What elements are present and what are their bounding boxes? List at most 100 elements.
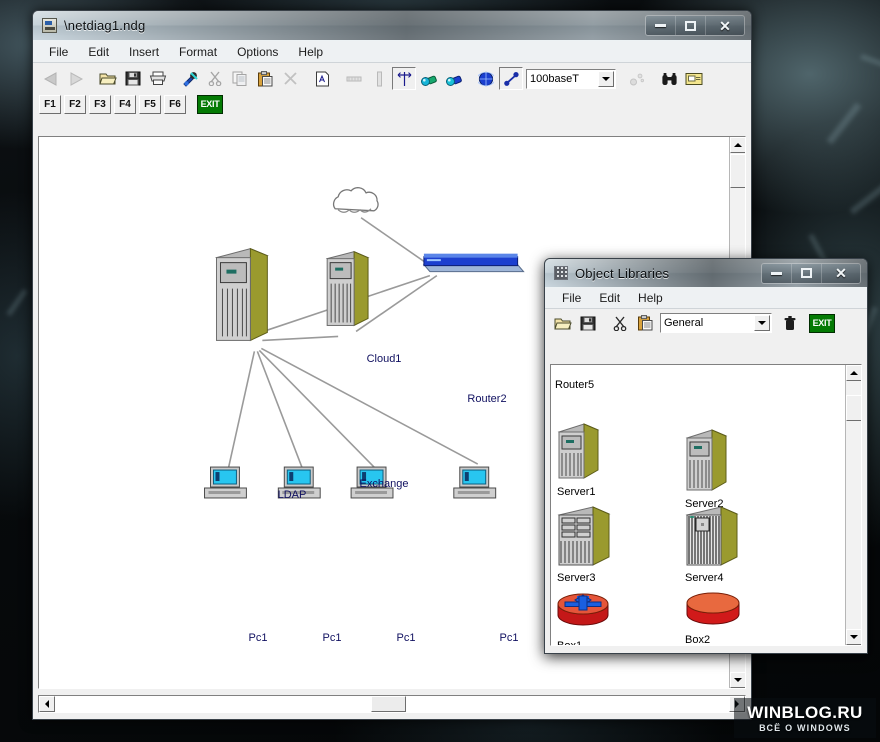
globe-button[interactable]: [474, 67, 498, 90]
lib-paste-button[interactable]: [633, 311, 657, 335]
scatter-button[interactable]: [625, 67, 649, 90]
lib-open-button[interactable]: [551, 311, 575, 335]
palette-item-server3[interactable]: Server3: [557, 505, 613, 584]
server-tower-icon: [685, 429, 728, 491]
canvas-horizontal-scrollbar[interactable]: [38, 695, 746, 713]
lib-exit-button[interactable]: EXIT: [809, 313, 835, 333]
connect-tool-button[interactable]: [392, 67, 416, 90]
chevron-down-icon[interactable]: [754, 315, 770, 331]
fkey-f2[interactable]: F2: [64, 94, 86, 114]
menu-options[interactable]: Options: [227, 43, 288, 61]
library-palette-area[interactable]: Router5 Server1 Server2 Server3 Server4 …: [550, 364, 862, 646]
library-menubar[interactable]: File Edit Help: [545, 288, 867, 309]
scroll-down-button[interactable]: [730, 672, 745, 688]
palette-item-box1[interactable]: Box1: [557, 591, 609, 645]
triangle-right-icon: [70, 71, 84, 86]
open-button[interactable]: [96, 67, 120, 90]
palette-item-server1[interactable]: Server1: [557, 421, 603, 498]
library-title-bar[interactable]: Object Libraries ✕: [545, 259, 867, 288]
minimize-icon: [771, 271, 782, 275]
cut-button[interactable]: [203, 67, 227, 90]
library-menu-edit[interactable]: Edit: [590, 289, 629, 307]
palette-item-server4[interactable]: Server4: [685, 505, 741, 584]
scroll-up-button[interactable]: [730, 137, 745, 153]
library-palette[interactable]: Router5 Server1 Server2 Server3 Server4 …: [551, 365, 845, 645]
back-button[interactable]: [39, 67, 63, 90]
menu-file[interactable]: File: [39, 43, 78, 61]
delete-button[interactable]: [278, 67, 302, 90]
horizontal-scroll-thumb[interactable]: [371, 696, 406, 712]
find-button[interactable]: [657, 67, 681, 90]
exit-button[interactable]: EXIT: [197, 94, 223, 114]
fkey-f1[interactable]: F1: [39, 94, 61, 114]
close-icon: ✕: [835, 265, 847, 281]
media-type-combo[interactable]: 100baseT: [526, 68, 616, 89]
palette-item-router5[interactable]: Router5: [555, 365, 613, 391]
note-button[interactable]: [682, 67, 706, 90]
diagram-node-router2[interactable]: [422, 253, 525, 273]
print-button[interactable]: [146, 67, 170, 90]
format-painter-button[interactable]: [178, 67, 202, 90]
menu-format[interactable]: Format: [169, 43, 227, 61]
library-menu-file[interactable]: File: [553, 289, 590, 307]
menu-help[interactable]: Help: [288, 43, 333, 61]
fkey-f5[interactable]: F5: [139, 94, 161, 114]
close-icon: ✕: [719, 17, 731, 34]
blue-globe-icon: [478, 71, 494, 86]
save-button[interactable]: [121, 67, 145, 90]
library-scroll-down-button[interactable]: [846, 629, 861, 645]
diagram-node-pc-a[interactable]: [204, 466, 247, 499]
paste-button[interactable]: [253, 67, 277, 90]
library-scroll-up-button[interactable]: [846, 365, 861, 381]
vertical-bar-button[interactable]: [367, 67, 391, 90]
forward-button[interactable]: [64, 67, 88, 90]
library-vertical-scrollbar[interactable]: [845, 365, 861, 645]
x-cross-icon: [283, 72, 297, 85]
palette-label-box2: Box2: [685, 634, 711, 646]
lib-cut-button[interactable]: [608, 311, 632, 335]
wallpaper-streak: [849, 171, 880, 215]
ruler-button[interactable]: [342, 67, 366, 90]
menu-insert[interactable]: Insert: [119, 43, 169, 61]
library-minimize-button[interactable]: [762, 263, 792, 283]
main-window-controls[interactable]: ✕: [645, 15, 745, 36]
menu-edit[interactable]: Edit: [78, 43, 119, 61]
palette-item-box2[interactable]: Box2: [685, 591, 741, 646]
main-toolbar-row1: 100baseT: [33, 65, 751, 92]
lib-delete-button[interactable]: [778, 311, 802, 335]
yellow-note-icon: [685, 72, 703, 85]
scroll-left-button[interactable]: [39, 696, 55, 712]
text-tool-button[interactable]: [310, 67, 334, 90]
maximize-button[interactable]: [676, 16, 706, 35]
vertical-scroll-thumb[interactable]: [730, 154, 745, 188]
cyan-node-icon: [446, 75, 462, 86]
link-dumbbell-icon: [503, 71, 519, 86]
library-maximize-button[interactable]: [792, 263, 822, 283]
copy-button[interactable]: [228, 67, 252, 90]
lib-category-combo[interactable]: General: [660, 313, 772, 333]
library-window-controls[interactable]: ✕: [761, 262, 861, 284]
close-button[interactable]: ✕: [706, 16, 744, 35]
diagram-node-exchange[interactable]: [325, 250, 370, 327]
add-node-cyan-button[interactable]: [442, 67, 466, 90]
grid-palette-icon: [554, 266, 568, 280]
object-libraries-window[interactable]: Object Libraries ✕ File Edit Help Genera…: [544, 258, 868, 654]
diagram-node-cloud1[interactable]: [332, 187, 379, 213]
library-close-button[interactable]: ✕: [822, 263, 860, 283]
main-menubar[interactable]: File Edit Insert Format Options Help: [33, 41, 751, 63]
palette-item-server2[interactable]: Server2: [685, 427, 731, 510]
main-title-bar[interactable]: \netdiag1.ndg ✕: [33, 11, 751, 41]
lib-save-button[interactable]: [576, 311, 600, 335]
box-cross-icon: [557, 593, 609, 626]
fkey-f3[interactable]: F3: [89, 94, 111, 114]
fkey-f4[interactable]: F4: [114, 94, 136, 114]
library-scroll-thumb[interactable]: [846, 395, 861, 421]
link-tool-button[interactable]: [499, 67, 523, 90]
diagram-node-ldap[interactable]: [215, 247, 269, 342]
minimize-button[interactable]: [646, 16, 676, 35]
add-node-green-button[interactable]: [417, 67, 441, 90]
diagram-node-pc-d[interactable]: [453, 466, 497, 499]
chevron-down-icon[interactable]: [598, 70, 614, 87]
fkey-f6[interactable]: F6: [164, 94, 186, 114]
library-menu-help[interactable]: Help: [629, 289, 672, 307]
